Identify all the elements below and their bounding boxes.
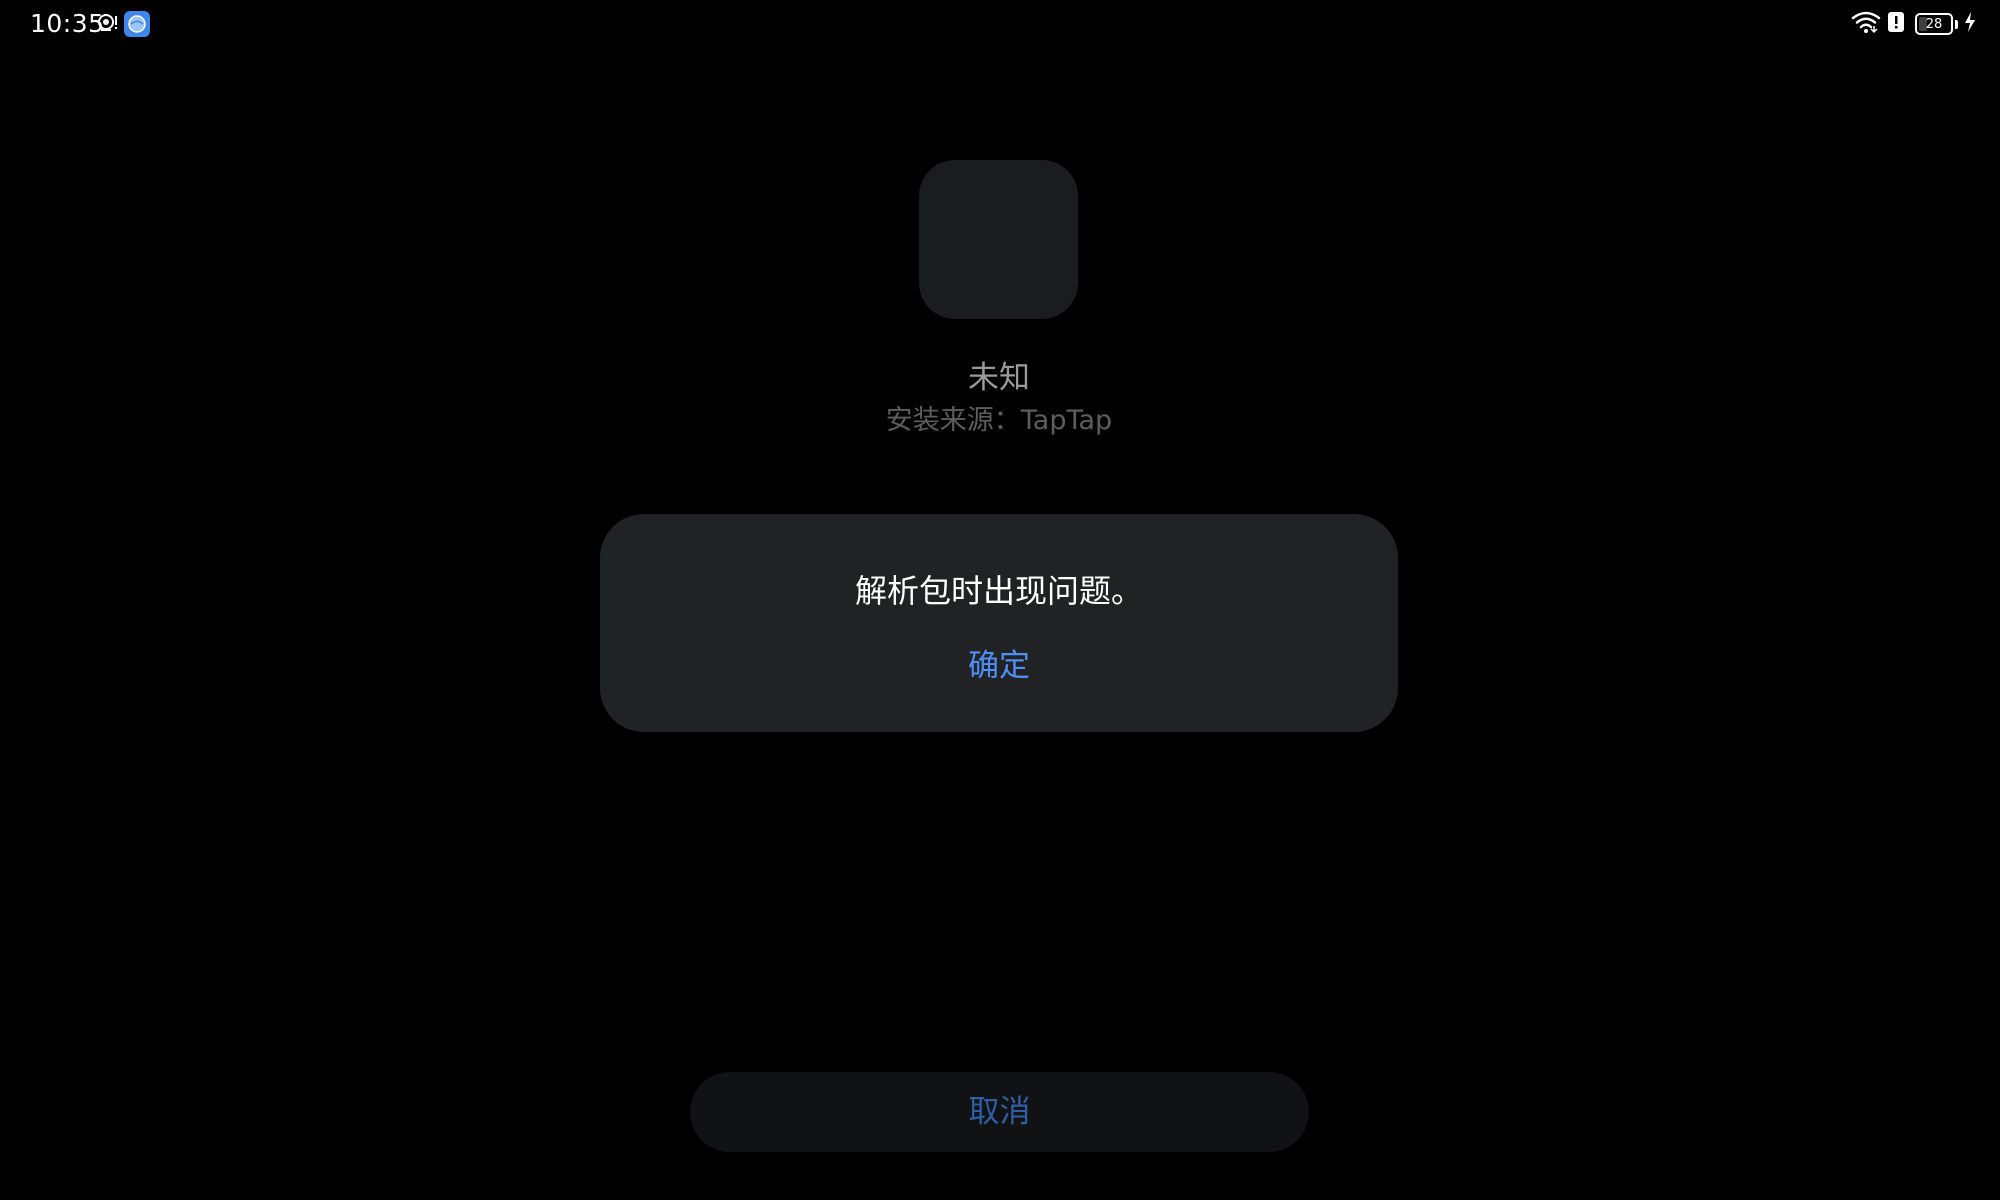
app-icon-placeholder (919, 160, 1078, 319)
cancel-button[interactable]: 取消 (690, 1072, 1309, 1152)
error-dialog: 解析包时出现问题。 确定 (600, 514, 1398, 732)
status-right-icons: 28 (1851, 10, 1976, 38)
charging-icon (1964, 11, 1976, 37)
install-source: 安装来源：TapTap (885, 405, 1113, 436)
status-time: 10:35 (30, 9, 105, 38)
screen: 10:35 28 未知 安装来源：TapTap 解析包时出现问题。 确定 取消 (0, 0, 2000, 1200)
battery-cap (1955, 19, 1958, 29)
dialog-message: 解析包时出现问题。 (854, 572, 1143, 610)
status-bar: 10:35 28 (0, 0, 2000, 48)
confirm-button[interactable]: 确定 (949, 640, 1049, 692)
wifi-icon (1851, 10, 1881, 38)
battery-level-text: 28 (1925, 16, 1943, 32)
camera-notification-icon (96, 12, 120, 36)
alert-icon (1887, 10, 1905, 38)
app-name: 未知 (968, 360, 1030, 396)
browser-app-icon (124, 11, 150, 37)
battery-icon: 28 (1915, 13, 1953, 35)
